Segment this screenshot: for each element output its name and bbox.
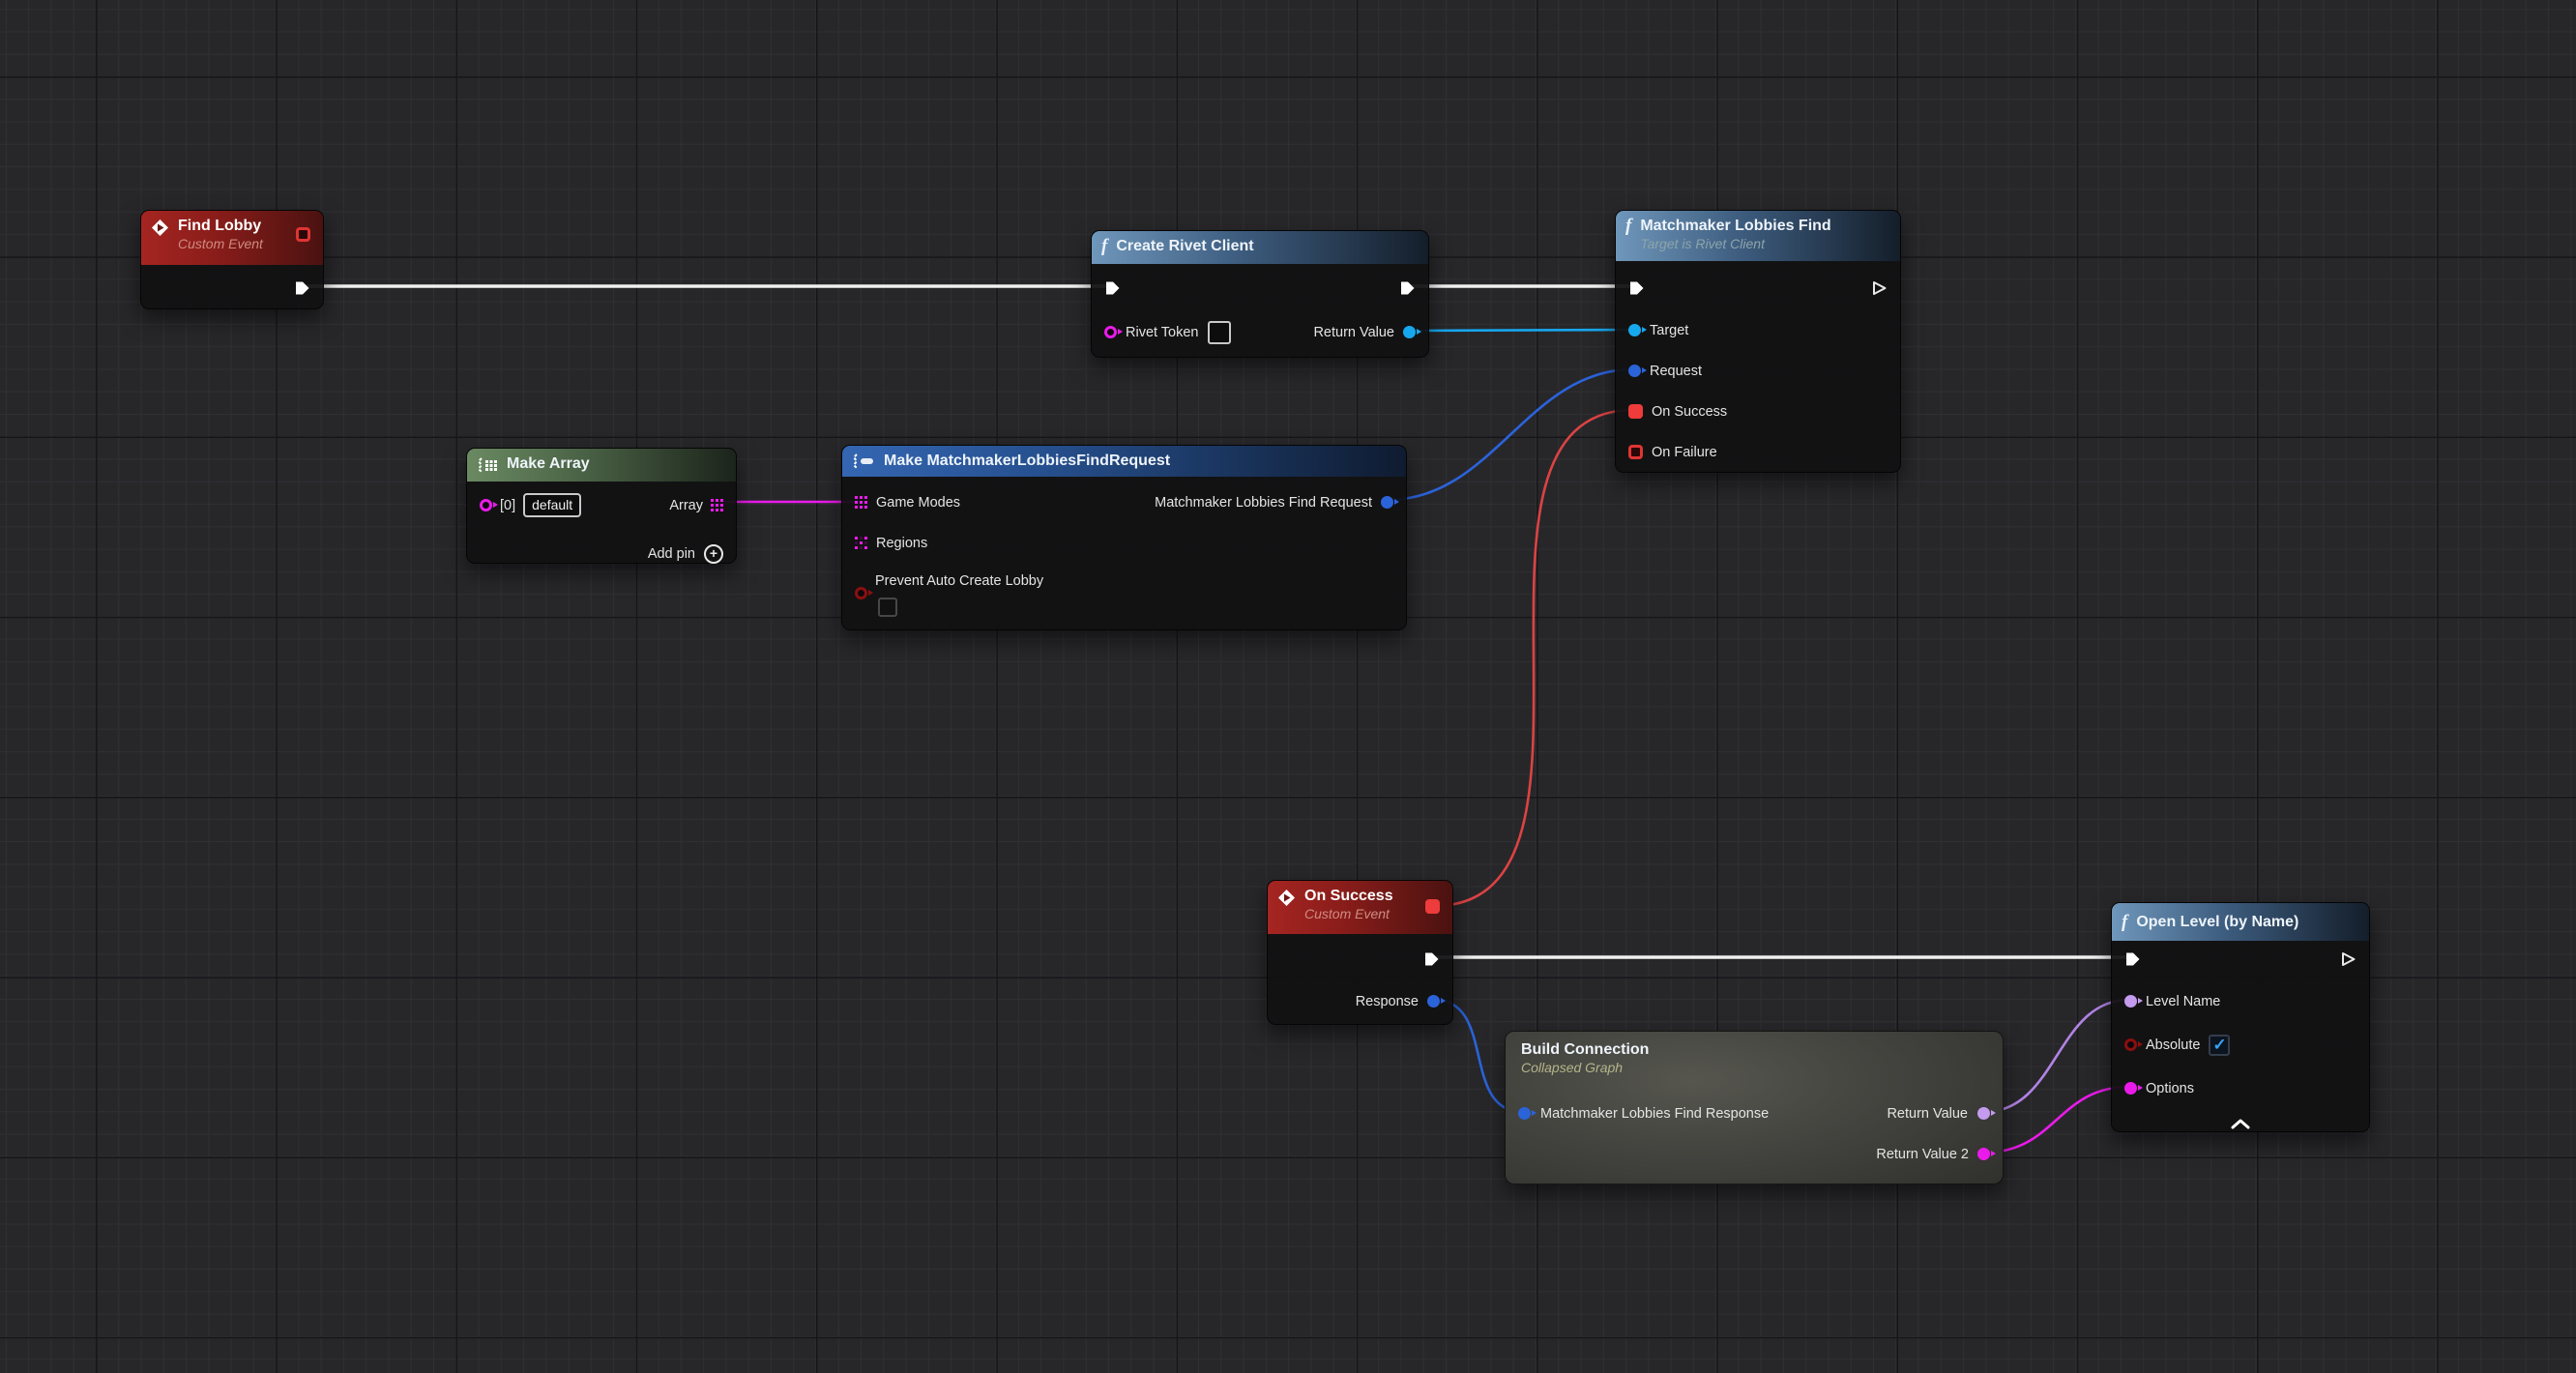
make-struct-icon [852, 453, 875, 469]
array-element-label: [0] [500, 498, 515, 513]
matchmaker-lobbies-find-response-label: Matchmaker Lobbies Find Response [1540, 1106, 1769, 1122]
return-value-label: Return Value [1887, 1106, 1968, 1122]
prevent-auto-create-lobby-label: Prevent Auto Create Lobby [875, 573, 1043, 589]
exec-out-pin[interactable] [1399, 280, 1416, 296]
node-on-success[interactable]: On Success Custom Event Response [1267, 880, 1453, 1025]
game-modes-pin[interactable] [855, 496, 867, 509]
add-pin-button[interactable]: + [704, 544, 723, 564]
array-element-pin[interactable] [480, 499, 492, 511]
options-pin[interactable] [2124, 1082, 2137, 1095]
node-create-rivet-client[interactable]: f Create Rivet Client Rivet Token Return… [1091, 230, 1429, 358]
wire-onsuccess-delegate[interactable] [1434, 410, 1633, 906]
matchmaker-lobbies-find-response-pin[interactable] [1518, 1107, 1531, 1120]
target-pin[interactable] [1628, 324, 1641, 336]
on-failure-delegate-pin[interactable] [1628, 445, 1643, 459]
node-open-level-by-name[interactable]: f Open Level (by Name) Level Name Absolu… [2111, 902, 2370, 1132]
exec-in-pin[interactable] [1628, 280, 1645, 296]
function-icon: f [1625, 217, 1631, 236]
blueprint-graph-canvas[interactable]: Find Lobby Custom Event f Create Rivet C… [0, 0, 2576, 1373]
node-title: Create Rivet Client [1116, 237, 1253, 256]
rivet-token-pin[interactable] [1104, 326, 1117, 338]
request-label: Request [1650, 364, 1702, 379]
node-title: Make MatchmakerLobbiesFindRequest [884, 452, 1170, 471]
return-value-pin[interactable] [1977, 1107, 1990, 1120]
return-value-2-pin[interactable] [1977, 1148, 1990, 1160]
node-subtitle: Custom Event [1304, 906, 1393, 922]
on-failure-label: On Failure [1652, 445, 1717, 460]
options-label: Options [2146, 1081, 2194, 1096]
node-title: On Success [1304, 887, 1393, 906]
array-element-value-input[interactable]: default [523, 493, 581, 517]
node-make-matchmaker-lobbies-find-request[interactable]: Make MatchmakerLobbiesFindRequest Game M… [841, 445, 1407, 630]
node-build-connection[interactable]: Build Connection Collapsed Graph Matchma… [1505, 1031, 2004, 1184]
node-title: Matchmaker Lobbies Find [1640, 217, 1830, 236]
node-subtitle: Collapsed Graph [1521, 1060, 1649, 1076]
on-success-delegate-pin[interactable] [1628, 404, 1643, 419]
request-output-label: Matchmaker Lobbies Find Request [1155, 495, 1372, 511]
exec-out-pin[interactable] [2340, 951, 2356, 967]
response-label: Response [1356, 994, 1419, 1009]
node-title: Make Array [507, 454, 590, 474]
wire-returnvalue-to-levelname[interactable] [1984, 1000, 2129, 1112]
node-find-lobby[interactable]: Find Lobby Custom Event [140, 210, 324, 309]
exec-in-pin[interactable] [2124, 951, 2141, 967]
collapse-chevron-icon[interactable] [2230, 1118, 2251, 1129]
return-value-pin[interactable] [1403, 326, 1416, 338]
regions-label: Regions [876, 536, 927, 551]
custom-event-icon [1277, 889, 1296, 907]
rivet-token-input[interactable] [1208, 321, 1231, 344]
rivet-token-label: Rivet Token [1126, 325, 1199, 340]
request-pin[interactable] [1628, 365, 1641, 377]
node-subtitle: Target is Rivet Client [1640, 236, 1830, 252]
exec-out-pin[interactable] [1871, 280, 1888, 296]
make-array-icon [477, 457, 498, 473]
exec-out-pin[interactable] [294, 280, 310, 296]
regions-pin[interactable] [855, 537, 867, 549]
custom-event-icon [151, 219, 169, 237]
node-subtitle: Custom Event [178, 236, 263, 252]
node-title: Find Lobby [178, 217, 263, 236]
function-icon: f [2122, 913, 2127, 932]
node-matchmaker-lobbies-find[interactable]: f Matchmaker Lobbies Find Target is Rive… [1615, 210, 1901, 473]
return-value-label: Return Value [1313, 325, 1394, 340]
exec-out-pin[interactable] [1423, 951, 1440, 967]
exec-in-pin[interactable] [1104, 280, 1121, 296]
absolute-checkbox[interactable]: ✓ [2209, 1035, 2230, 1056]
wire-request-struct-to-request[interactable] [1388, 369, 1633, 500]
wire-returnvalue2-to-options[interactable] [1984, 1087, 2129, 1153]
on-success-label: On Success [1652, 404, 1727, 420]
wire-returnvalue-to-target[interactable] [1410, 330, 1633, 331]
absolute-label: Absolute [2146, 1037, 2200, 1053]
return-value-2-label: Return Value 2 [1876, 1147, 1969, 1162]
array-output-pin[interactable] [711, 499, 723, 511]
prevent-auto-create-lobby-pin[interactable] [855, 587, 867, 599]
function-icon: f [1101, 237, 1107, 256]
level-name-label: Level Name [2146, 994, 2220, 1009]
delegate-pin[interactable] [296, 227, 310, 242]
target-label: Target [1650, 323, 1688, 338]
absolute-pin[interactable] [2124, 1038, 2137, 1051]
response-pin[interactable] [1427, 995, 1440, 1008]
level-name-pin[interactable] [2124, 995, 2137, 1008]
node-title: Open Level (by Name) [2136, 913, 2298, 932]
game-modes-label: Game Modes [876, 495, 960, 511]
array-output-label: Array [669, 498, 703, 513]
delegate-pin[interactable] [1425, 899, 1440, 914]
prevent-auto-create-lobby-checkbox[interactable] [878, 598, 897, 617]
node-make-array[interactable]: Make Array [0] default Array Add pin + [466, 448, 737, 564]
add-pin-label: Add pin [648, 546, 695, 562]
node-title: Build Connection [1521, 1040, 1649, 1060]
wire-layer [0, 0, 2576, 1373]
request-output-pin[interactable] [1381, 496, 1393, 509]
